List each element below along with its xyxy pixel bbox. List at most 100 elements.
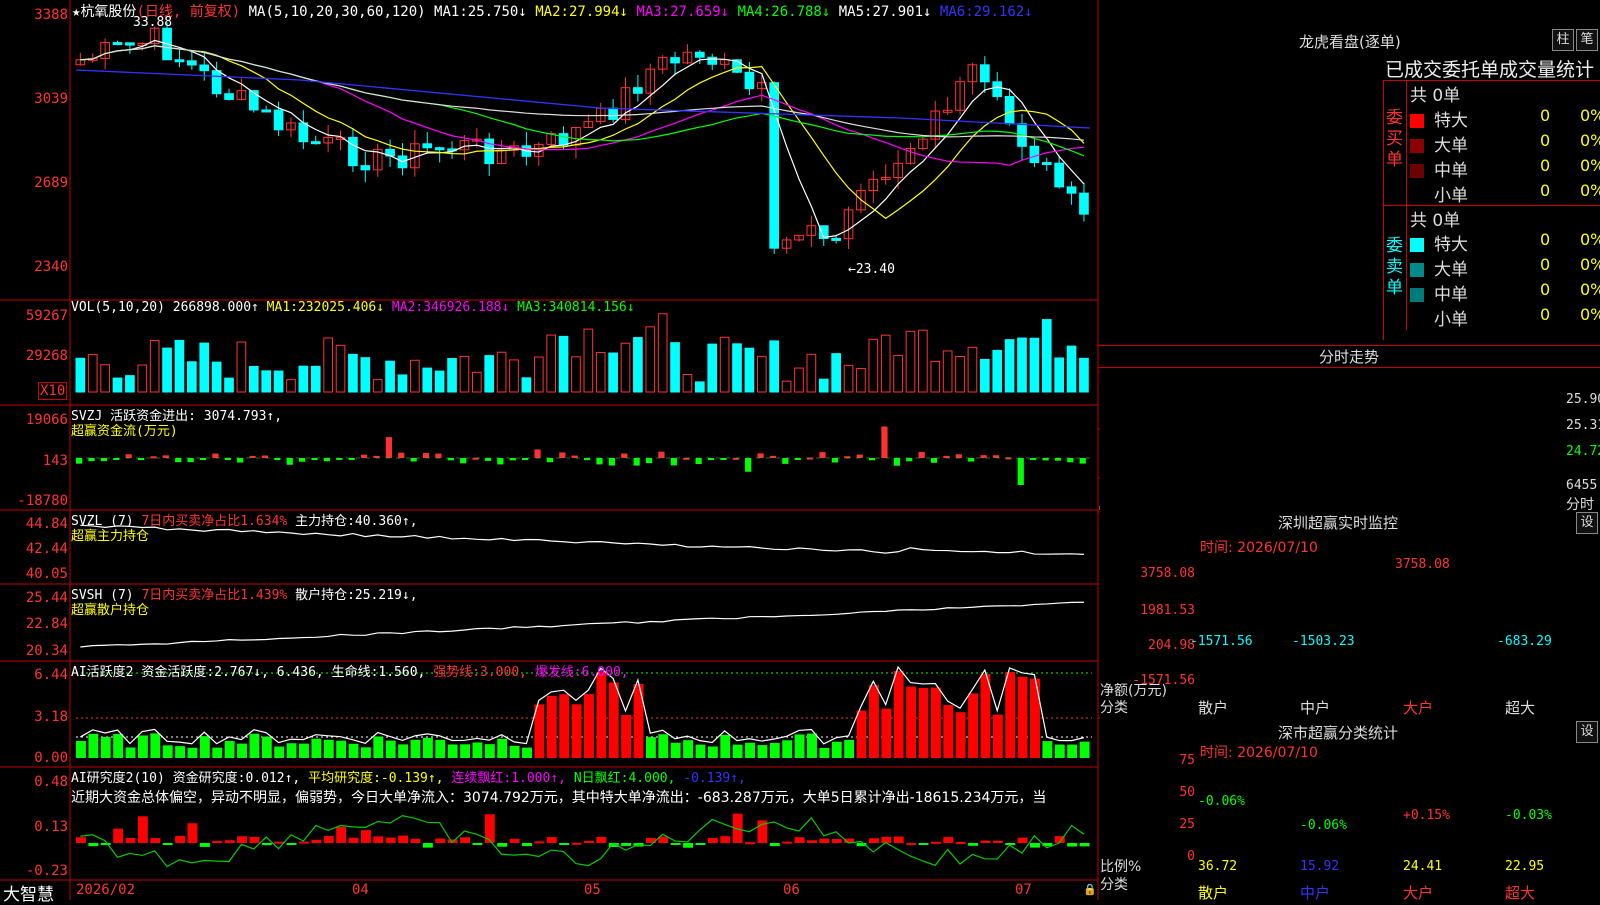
ai2-bar [906, 842, 917, 845]
ai2-bar [807, 840, 817, 843]
buy-row-3: 小单 0 0% [1410, 181, 1600, 206]
svzj-ytick-0: 19066 [25, 412, 68, 428]
ai2-bar [422, 843, 433, 848]
buy-row-swatch [1410, 139, 1424, 153]
sell-row-3: 小单 0 0% [1410, 305, 1600, 330]
svzj-bar [980, 455, 987, 458]
ai2-bar [410, 838, 421, 843]
vol-bar [633, 337, 643, 393]
stats-class-label: 分类 [1100, 877, 1128, 893]
ai1-life-label: 生命线: [331, 665, 379, 680]
buy-row-percent: 0% [1580, 181, 1600, 200]
vol-x10[interactable]: X10 [38, 382, 68, 400]
stock-name[interactable]: 杭氧股份 [80, 4, 136, 20]
ai2-bar [249, 836, 260, 843]
vol-bar [261, 370, 272, 393]
svzj-bar [435, 453, 442, 458]
stats-value-label: 22.95 [1505, 859, 1545, 874]
bar-mode-button[interactable]: 柱 [1552, 29, 1574, 51]
ai2-bar [1030, 843, 1040, 848]
vol-ma1-label: MA1: [266, 300, 298, 315]
svzj-bar [522, 458, 529, 460]
ai1-bar [398, 744, 409, 758]
candle-body [174, 59, 185, 63]
vol-bar [756, 355, 767, 393]
ai2-bar [1079, 843, 1090, 847]
svzj-bar [794, 458, 801, 460]
ai2-bar [373, 836, 384, 843]
ai1-bar [707, 746, 718, 758]
candle-body [1041, 162, 1052, 166]
candle-body [273, 109, 284, 131]
ai1-ytick-1: 3.18 [34, 709, 68, 725]
monitor-settings-button[interactable]: 设 [1576, 512, 1598, 534]
ai2-bar [212, 840, 223, 843]
svzj-bar [175, 458, 182, 463]
sell-row-swatch [1410, 263, 1424, 277]
ai2-title: AI研究度2(10) [71, 771, 165, 786]
sell-row-1: 大单 0 0% [1410, 255, 1600, 280]
svzj-bar [497, 458, 504, 465]
ai1-bar [868, 685, 879, 758]
ai2-bar [199, 843, 210, 847]
ai2-ytick-2: -0.23 [25, 863, 68, 879]
ai1-bar [125, 747, 136, 758]
lock-icon[interactable]: 🔒 [1083, 883, 1097, 896]
vol-bar [682, 373, 693, 393]
candle-body [744, 71, 755, 90]
sell-row-percent: 0% [1580, 305, 1600, 324]
candle-body [261, 109, 272, 113]
svzj-bar [299, 458, 306, 462]
sell-row-swatch [1410, 238, 1424, 252]
svzl-line [80, 524, 1084, 555]
candle-body [992, 81, 1003, 97]
svzj-bar [1067, 458, 1074, 463]
ai2-bar [980, 840, 991, 843]
svzj-bar [534, 449, 541, 458]
ai2-value: 0.012↑, [245, 771, 301, 786]
svzj-bar [720, 458, 727, 460]
svsh-line [80, 601, 1084, 648]
svzj-bar [943, 455, 950, 458]
vol-bar [496, 351, 507, 393]
ai1-bar [88, 733, 99, 758]
vol-bar [670, 342, 680, 393]
vol-ytick-1: 29268 [25, 348, 68, 364]
monitor-ytick-0: 3758.08 [1140, 566, 1195, 581]
chart-canvas[interactable] [0, 0, 1100, 900]
tick-mode-button[interactable]: 笔 [1576, 29, 1598, 51]
ai2-bar [831, 839, 842, 843]
sell-row-0: 特大 0 0% [1410, 230, 1600, 255]
ai2-bar [559, 843, 570, 845]
ai1-bar [472, 742, 483, 758]
svzj-bar [1017, 458, 1024, 485]
ai2-bar [113, 828, 124, 843]
vol-bar [695, 381, 705, 393]
stats-settings-button[interactable]: 设 [1576, 721, 1598, 743]
sell-total: 共 0单 [1410, 211, 1461, 231]
ai2-bar [769, 843, 780, 847]
sell-row-label: 中单 [1434, 285, 1468, 305]
buy-row-label: 小单 [1434, 186, 1468, 206]
svsh-sub: 超赢散户持仓 [71, 603, 150, 618]
vol-bar [100, 364, 110, 393]
ai2-bar [237, 836, 247, 843]
vol-bar [558, 335, 569, 393]
svzj-value: 3074.793↑, [203, 409, 283, 424]
svzj-bar [707, 458, 715, 460]
ai1-bar [930, 687, 941, 758]
candle-body [360, 165, 371, 171]
ai1-bar [757, 745, 768, 758]
ai1-bar [484, 744, 495, 758]
svzj-bar [968, 458, 975, 462]
ai2-bar [782, 841, 793, 844]
ai2-bar [323, 836, 334, 843]
vol-value: 266898.000↑ [172, 300, 259, 315]
svzl-ytick-1: 42.44 [25, 541, 68, 557]
ai2-bar [187, 823, 198, 843]
ai1-header: AI活跃度2 资金活跃度:2.767↓, 6.436, 生命线:1.560, 强… [71, 661, 629, 680]
ai1-bar [360, 747, 371, 758]
ai1-bar [162, 745, 173, 758]
main-ytick-1: 3039 [34, 91, 68, 107]
ai1-strong-label: 强势线: [433, 665, 481, 680]
